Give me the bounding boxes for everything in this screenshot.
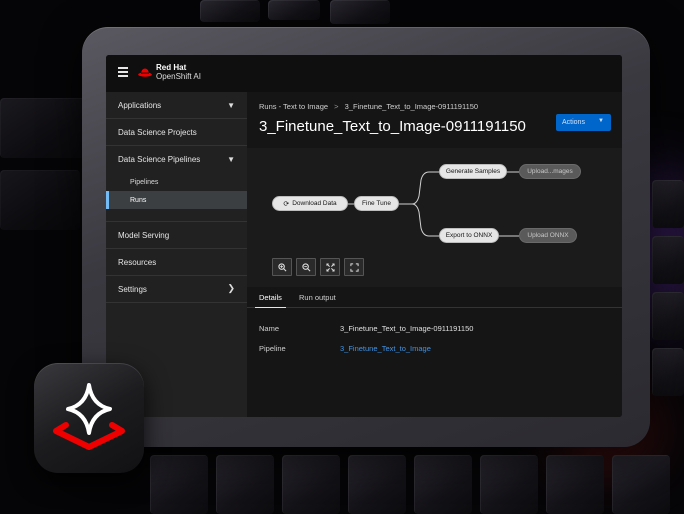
breadcrumb-current: 3_Finetune_Text_to_Image-0911191150: [344, 102, 479, 111]
node-fine-tune[interactable]: Fine Tune: [354, 196, 399, 211]
node-export-to-onnx[interactable]: Export to ONNX: [439, 228, 499, 243]
node-download-data[interactable]: ⟳ Download Data: [272, 196, 348, 211]
background-cube: [282, 455, 340, 514]
node-label: Download Data: [292, 200, 337, 207]
pipeline-link[interactable]: 3_Finetune_Text_to_Image: [340, 344, 431, 353]
sidebar-item-label: Data Science Pipelines: [118, 155, 201, 164]
detail-value: 3_Finetune_Text_to_Image-0911191150: [340, 324, 474, 333]
actions-dropdown-button[interactable]: Actions ▼: [556, 114, 611, 131]
node-label: Upload ONNX: [527, 232, 569, 239]
brand-line1: Red Hat: [156, 63, 187, 72]
background-cube: [216, 455, 274, 514]
zoom-in-icon: [277, 262, 286, 271]
detail-tabs: Details Run output: [247, 287, 622, 309]
breadcrumb: Runs - Text to Image > 3_Finetune_Text_t…: [259, 102, 478, 111]
background-cube: [612, 455, 670, 514]
app-screen: Red Hat OpenShift AI Applications ▼ Data…: [106, 55, 622, 417]
page-title: 3_Finetune_Text_to_Image-0911191150: [259, 118, 526, 135]
sidebar-item-label: Settings: [118, 284, 147, 294]
reset-view-button[interactable]: [344, 258, 364, 276]
tab-details[interactable]: Details: [255, 287, 286, 309]
page-header: Runs - Text to Image > 3_Finetune_Text_t…: [247, 92, 622, 148]
node-upload-images[interactable]: Upload...mages: [519, 164, 581, 179]
sidebar-item-settings[interactable]: Settings ❯: [106, 276, 247, 303]
sidebar-item-label: Resources: [118, 257, 157, 267]
sidebar-item-label: Model Serving: [118, 230, 170, 240]
sidebar-divider: [106, 209, 247, 222]
openshift-ai-logo-icon: [53, 383, 125, 450]
background-cube: [0, 170, 80, 230]
node-label: Generate Samples: [445, 168, 501, 175]
hamburger-menu-icon[interactable]: [118, 67, 128, 77]
chevron-down-icon: ▼: [227, 155, 235, 164]
caret-down-icon: ▼: [598, 118, 604, 124]
zoom-out-button[interactable]: [296, 258, 316, 276]
chevron-right-icon: ❯: [227, 283, 235, 293]
fit-to-screen-button[interactable]: [320, 258, 340, 276]
background-cube: [330, 0, 390, 24]
background-cube: [268, 0, 320, 20]
breadcrumb-separator: >: [334, 102, 339, 111]
detail-row-pipeline: Pipeline 3_Finetune_Text_to_Image: [259, 344, 431, 353]
sidebar-item-label: Data Science Projects: [118, 127, 197, 137]
sidebar-item-applications[interactable]: Applications ▼: [106, 92, 247, 119]
sidebar-item-resources[interactable]: Resources: [106, 249, 247, 276]
sidebar-subitem-pipelines[interactable]: Pipelines: [106, 173, 247, 191]
node-label: Upload...mages: [527, 168, 573, 175]
background-cube: [480, 455, 538, 514]
reset-view-icon: [349, 262, 359, 272]
node-label: Export to ONNX: [445, 232, 493, 239]
background-cube: [652, 348, 684, 396]
zoom-in-button[interactable]: [272, 258, 292, 276]
zoom-out-icon: [301, 262, 310, 271]
background-cube: [652, 180, 684, 228]
details-panel: Name 3_Finetune_Text_to_Image-0911191150…: [247, 308, 622, 417]
detail-label: Pipeline: [259, 344, 286, 353]
sidebar-item-label: Applications: [118, 100, 162, 110]
sidebar-item-model-serving[interactable]: Model Serving: [106, 222, 247, 249]
pipeline-graph[interactable]: ⟳ Download Data Fine Tune Generate Sampl…: [247, 148, 622, 288]
background-cube: [652, 292, 684, 340]
main-content: Runs - Text to Image > 3_Finetune_Text_t…: [247, 92, 622, 417]
node-upload-onnx[interactable]: Upload ONNX: [519, 228, 577, 243]
detail-label: Name: [259, 324, 280, 333]
node-label: Fine Tune: [362, 200, 391, 207]
sync-icon: ⟳: [283, 200, 290, 208]
background-cube: [414, 455, 472, 514]
background-cube: [200, 0, 260, 22]
sidebar-item-data-science-projects[interactable]: Data Science Projects: [106, 119, 247, 146]
sidebar-subitem-runs[interactable]: Runs: [106, 191, 247, 209]
breadcrumb-parent-link[interactable]: Runs - Text to Image: [259, 102, 328, 111]
tab-run-output[interactable]: Run output: [295, 287, 340, 307]
red-hat-logo-icon: [138, 68, 152, 77]
openshift-ai-app-icon: [34, 363, 144, 473]
masthead: Red Hat OpenShift AI: [106, 55, 622, 93]
background-cube: [0, 98, 90, 158]
background-cube: [150, 455, 208, 514]
sidebar-item-data-science-pipelines[interactable]: Data Science Pipelines ▼: [106, 146, 247, 173]
brand-line2: OpenShift AI: [156, 72, 201, 81]
background-cube: [652, 236, 684, 284]
chevron-down-icon: ▼: [227, 101, 235, 110]
detail-row-name: Name 3_Finetune_Text_to_Image-0911191150: [259, 324, 473, 333]
node-generate-samples[interactable]: Generate Samples: [439, 164, 507, 179]
background-cube: [348, 455, 406, 514]
brand-logo[interactable]: Red Hat OpenShift AI: [138, 63, 201, 81]
fit-to-screen-icon: [325, 262, 335, 272]
background-cube: [546, 455, 604, 514]
actions-label: Actions: [562, 119, 585, 126]
